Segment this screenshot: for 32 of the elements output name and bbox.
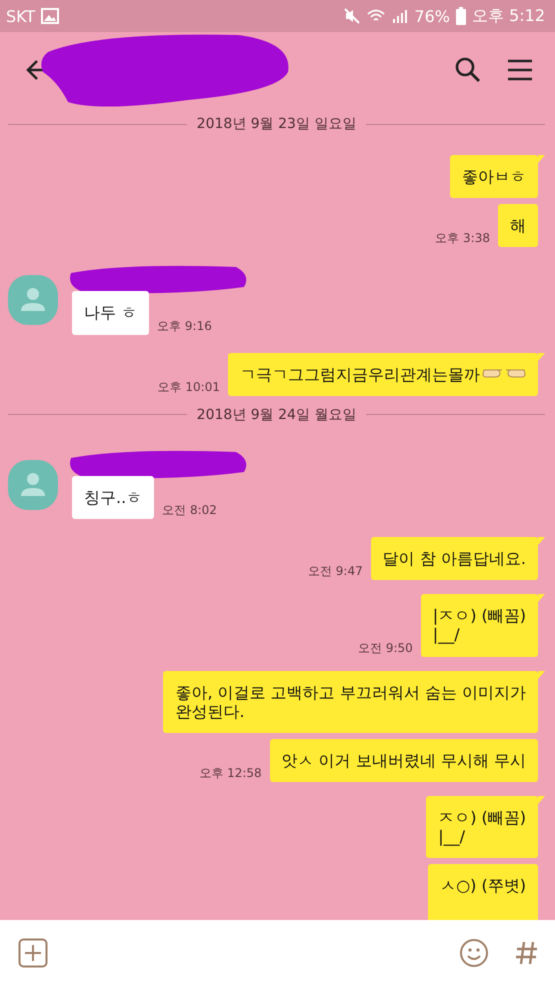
date-divider-label: 2018년 9월 24일 월요일 — [196, 406, 356, 424]
emoji-icon[interactable] — [459, 938, 489, 968]
message-bubble: 나두 ㅎ — [72, 291, 150, 335]
message-bubble: 앗ㅅ 이거 보내버렸네 무시해 무시 — [270, 738, 538, 782]
picture-icon — [41, 8, 60, 24]
mute-icon — [344, 8, 360, 24]
clock: 오후 5:12 — [472, 6, 545, 26]
message-bubble: 달이 참 아름답네요. — [370, 536, 538, 580]
message-bubble: 칭구..ㅎ — [72, 476, 154, 519]
signal-icon — [392, 8, 408, 24]
message-bubble: 좋아ㅂㅎ — [450, 155, 538, 198]
message-bubble: ㄱ극ㄱ그그럼지금우리관계는몰까 — [228, 352, 538, 396]
battery-icon — [456, 7, 466, 25]
message-time: 오후 9:16 — [157, 318, 212, 335]
message-bubble: ㅅ○) (쭈볏) — [428, 864, 538, 920]
message-time: 오전 9:50 — [358, 640, 413, 656]
message-bubble: ㅈㅇ) (빼꼼) |__/ — [426, 796, 538, 858]
battery-percent: 76% — [414, 6, 450, 26]
date-divider-label: 2018년 9월 23일 일요일 — [196, 115, 356, 133]
message-time: 오전 8:02 — [162, 502, 217, 519]
menu-icon[interactable] — [507, 58, 533, 80]
add-icon[interactable] — [18, 938, 48, 968]
message-time: 오전 9:47 — [308, 563, 363, 580]
message-bubble: |ㅈㅇ) (빼꼼) |__/ — [420, 594, 538, 656]
search-icon[interactable] — [455, 56, 481, 82]
hashtag-icon[interactable] — [515, 940, 539, 966]
message-bubble: 좋아, 이걸로 고백하고 부끄러워서 숨는 이미지가 완성된다. — [163, 670, 538, 733]
message-time: 오후 3:38 — [435, 230, 490, 248]
message-bubble: 해 — [498, 204, 538, 248]
carrier-label: SKT — [6, 6, 36, 26]
message-time: 오후 10:01 — [158, 378, 220, 396]
message-time: 오후 12:58 — [199, 765, 262, 782]
